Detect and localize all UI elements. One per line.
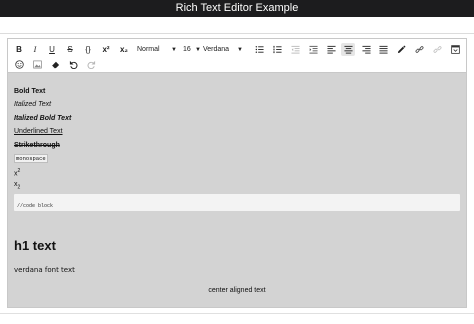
font-family-value: Verdana [203,46,230,53]
caret-down-icon: ▼ [195,46,201,53]
redo-icon[interactable] [84,58,98,71]
underline-button[interactable]: U [45,43,59,56]
underlined-text: Underlined Text [14,128,63,135]
monospace-text: monospace [14,154,48,163]
verdana-text: verdana font text [14,266,75,274]
align-justify-icon[interactable] [376,43,390,56]
center-aligned-text: center aligned text [208,287,266,294]
strikethrough-button[interactable]: S [63,43,77,56]
font-size-dropdown[interactable]: 16 ▼ [183,43,201,56]
superscript-line: x2 [14,168,20,177]
image-icon[interactable] [30,58,44,71]
top-strip [0,17,474,34]
font-family-dropdown[interactable]: Verdana ▼ [203,43,243,56]
italic-text: Italized Text [14,101,52,108]
caret-down-icon: ▼ [237,46,243,53]
font-size-value: 16 [183,46,191,53]
eraser-icon[interactable] [48,58,62,71]
editor-toolbar: B I U S {} x² x₂ Normal ▼ 16 ▼ Verdana ▼ [8,39,466,73]
code-block: //code block [14,194,460,211]
code-button[interactable]: {} [81,43,95,56]
rich-text-editor: B I U S {} x² x₂ Normal ▼ 16 ▼ Verdana ▼ [7,38,467,308]
undo-icon[interactable] [66,58,80,71]
align-left-icon[interactable] [324,43,338,56]
unlink-icon[interactable] [430,43,444,56]
unordered-list-icon[interactable] [252,43,266,56]
outdent-icon[interactable] [288,43,302,56]
align-right-icon[interactable] [359,43,373,56]
align-center-icon[interactable] [341,43,355,56]
monospace-line: monospace [14,154,48,163]
superscript-exp: 2 [17,168,21,174]
embed-icon[interactable] [448,43,462,56]
bottom-strip [0,313,474,324]
link-icon[interactable] [412,43,426,56]
subscript-line: x2 [14,181,20,190]
subscript-button[interactable]: x₂ [117,43,131,56]
editor-content[interactable]: Bold Text Italized Text Italized Bold Te… [8,74,466,308]
subscript-idx: 2 [17,184,21,191]
strikethrough-text: Strikethrough [14,142,60,149]
caret-down-icon: ▼ [171,46,177,53]
superscript-button[interactable]: x² [99,43,113,56]
block-type-value: Normal [137,46,160,53]
italic-button[interactable]: I [28,43,42,56]
bold-italic-text: Italized Bold Text [14,115,72,122]
ordered-list-icon[interactable] [270,43,284,56]
bold-button[interactable]: B [12,43,26,56]
window-title: Rich Text Editor Example [0,0,474,17]
emoji-icon[interactable] [12,58,26,71]
block-type-dropdown[interactable]: Normal ▼ [137,43,177,56]
h1-heading: h1 text [14,238,56,253]
indent-icon[interactable] [306,43,320,56]
color-picker-icon[interactable] [394,43,408,56]
bold-text: Bold Text [14,88,46,95]
